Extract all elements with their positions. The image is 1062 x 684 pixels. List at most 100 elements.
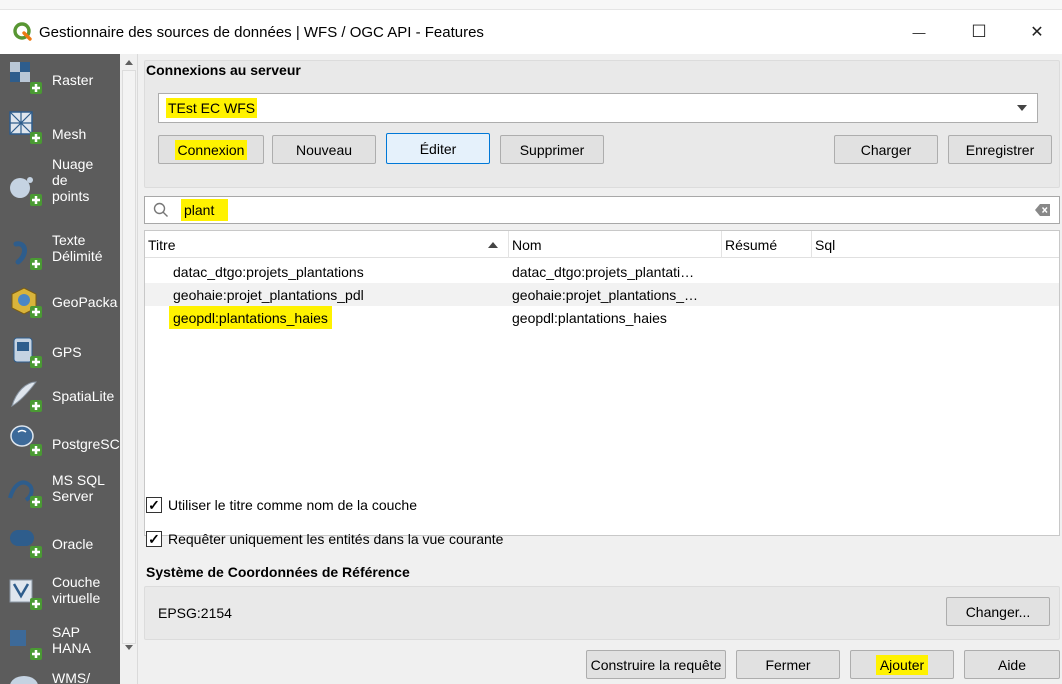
column-label: Titre	[148, 236, 176, 253]
sidebar-item-point-cloud[interactable]: Nuage de points	[0, 154, 120, 218]
row-titre: geohaie:projet_plantations_pdl	[173, 286, 364, 303]
crs-group	[144, 586, 1060, 640]
search-input[interactable]: plant	[181, 199, 229, 221]
table-row[interactable]: datac_dtgo:projets_plantations datac_dtg…	[145, 260, 1059, 283]
column-header-nom[interactable]: Nom	[509, 231, 722, 258]
sidebar-item-oracle[interactable]: Oracle	[0, 520, 120, 564]
table-row[interactable]: geohaie:projet_plantations_pdl geohaie:p…	[145, 283, 1059, 306]
edit-connection-button[interactable]: Éditer	[386, 133, 490, 164]
connect-button-label: Connexion	[174, 139, 248, 160]
scroll-thumb[interactable]	[122, 70, 136, 644]
row-nom: datac_dtgo:projets_plantati…	[512, 263, 695, 280]
column-label: Résumé	[725, 236, 778, 253]
current-view-checkbox[interactable]: ✓	[146, 531, 162, 547]
column-header-titre[interactable]: Titre	[145, 231, 509, 258]
build-query-button[interactable]: Construire la requête	[586, 650, 726, 679]
maximize-button[interactable]: ☐	[956, 10, 1002, 54]
top-toolbar-strip	[0, 0, 1062, 10]
sidebar-item-virtual-layer[interactable]: Couche virtuelle	[0, 570, 120, 616]
sidebar-item-gps[interactable]: GPS	[0, 330, 120, 376]
checkmark-icon: ✓	[148, 530, 160, 547]
sidebar-item-label: GeoPacka	[52, 294, 118, 310]
delete-connection-button[interactable]: Supprimer	[500, 135, 604, 164]
row-titre: geopdl:plantations_haies	[169, 306, 332, 329]
table-header: Titre Nom Résumé Sql	[145, 231, 1059, 258]
sidebar-item-label: Mesh	[52, 126, 87, 142]
virtual-layer-icon	[9, 579, 42, 610]
row-titre: datac_dtgo:projets_plantations	[173, 263, 364, 280]
close-button[interactable]: Fermer	[736, 650, 840, 679]
postgresql-icon	[10, 425, 42, 456]
table-row[interactable]: geopdl:plantations_haies geopdl:plantati…	[145, 306, 1059, 329]
mesh-icon	[9, 111, 42, 144]
mssql-icon	[8, 480, 42, 508]
minimize-icon: —	[912, 24, 926, 40]
current-view-label: Requêter uniquement les entités dans la …	[168, 531, 504, 547]
connections-section-title: Connexions au serveur	[146, 62, 301, 78]
load-button-label: Charger	[860, 141, 912, 158]
use-title-checkbox[interactable]: ✓	[146, 497, 162, 513]
chevron-down-icon	[1017, 105, 1027, 111]
connection-select[interactable]: TEst EC WFS	[158, 93, 1038, 123]
sidebar-item-label: WMS/	[52, 670, 91, 684]
sidebar-item-label: Texte Délimité	[52, 232, 103, 264]
sidebar-item-label: GPS	[52, 344, 82, 360]
source-sidebar: Raster Mesh Nuage de points Texte Délimi…	[0, 54, 120, 684]
sidebar-item-mesh[interactable]: Mesh	[0, 108, 120, 148]
window-title: Gestionnaire des sources de données | WF…	[39, 23, 484, 41]
close-window-button[interactable]: ✕	[1014, 10, 1060, 54]
sidebar-item-label: Raster	[52, 72, 94, 88]
sidebar-item-postgresql[interactable]: PostgreSC	[0, 418, 120, 464]
help-button[interactable]: Aide	[964, 650, 1060, 679]
change-button-label: Changer...	[965, 603, 1031, 620]
sidebar-item-label: MS SQL Server	[52, 472, 105, 504]
sidebar-item-wms[interactable]: WMS/	[0, 668, 120, 684]
sidebar-scrollbar[interactable]	[120, 54, 138, 684]
use-title-label: Utiliser le titre comme nom de la couche	[168, 497, 417, 513]
clear-icon[interactable]	[1035, 204, 1051, 216]
sidebar-item-spatialite[interactable]: SpatiaLite	[0, 374, 120, 420]
column-header-sql[interactable]: Sql	[812, 231, 1059, 258]
checkmark-icon: ✓	[148, 496, 160, 513]
row-nom: geohaie:projet_plantations_…	[512, 286, 699, 303]
build-query-label: Construire la requête	[590, 656, 722, 673]
connection-selected-value: TEst EC WFS	[166, 98, 258, 118]
scroll-down-icon[interactable]	[124, 644, 134, 652]
main-panel: Connexions au serveur TEst EC WFS Connex…	[138, 54, 1062, 684]
sidebar-item-label: SAP HANA	[52, 624, 91, 656]
connect-button[interactable]: Connexion	[158, 135, 264, 164]
minimize-button[interactable]: —	[896, 10, 942, 54]
add-button[interactable]: Ajouter	[850, 650, 954, 679]
point-cloud-icon	[10, 177, 42, 206]
new-connection-button[interactable]: Nouveau	[272, 135, 376, 164]
gps-icon	[13, 337, 42, 368]
search-icon	[153, 202, 168, 217]
wms-icon	[10, 676, 38, 684]
sidebar-item-raster[interactable]: Raster	[0, 58, 120, 98]
spatialite-icon	[11, 381, 42, 412]
sidebar-item-delimited-text[interactable]: Texte Délimité	[0, 230, 120, 276]
change-crs-button[interactable]: Changer...	[946, 597, 1050, 626]
oracle-icon	[10, 530, 42, 558]
help-label: Aide	[997, 656, 1027, 673]
column-label: Nom	[512, 236, 542, 253]
sidebar-item-label: PostgreSC	[52, 436, 120, 452]
geopackage-icon	[11, 287, 42, 318]
load-connections-button[interactable]: Charger	[834, 135, 938, 164]
column-header-resume[interactable]: Résumé	[722, 231, 812, 258]
row-nom: geopdl:plantations_haies	[512, 309, 667, 326]
save-button-label: Enregistrer	[965, 141, 1035, 158]
layers-table: Titre Nom Résumé Sql datac_dtgo:projets_…	[144, 230, 1060, 536]
sidebar-item-sap-hana[interactable]: SAP HANA	[0, 620, 120, 666]
delete-button-label: Supprimer	[519, 141, 585, 158]
add-label: Ajouter	[875, 654, 929, 675]
qgis-logo-icon	[13, 22, 32, 41]
close-label: Fermer	[765, 656, 811, 673]
column-label: Sql	[815, 236, 836, 253]
save-connections-button[interactable]: Enregistrer	[948, 135, 1052, 164]
sidebar-item-geopackage[interactable]: GeoPacka	[0, 280, 120, 326]
scroll-up-icon[interactable]	[124, 58, 134, 66]
sidebar-item-mssql[interactable]: MS SQL Server	[0, 468, 120, 514]
sidebar-item-label: Couche virtuelle	[52, 574, 101, 606]
search-field[interactable]: plant	[144, 196, 1060, 224]
